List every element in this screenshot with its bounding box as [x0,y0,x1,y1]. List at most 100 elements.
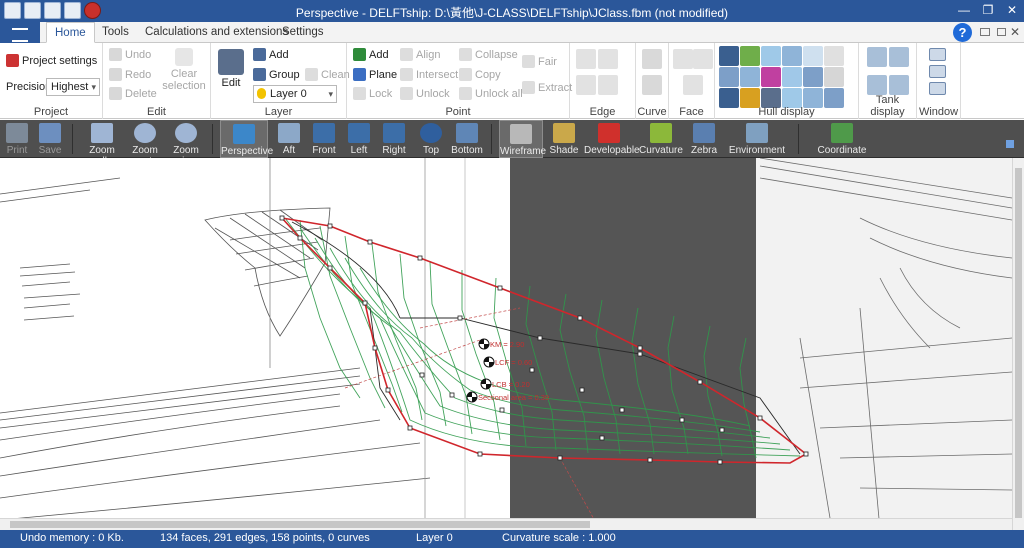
face-mirror-icon[interactable] [683,75,703,95]
show-hull-icon[interactable] [761,88,781,108]
environment-map-button[interactable]: Environment map [724,120,790,167]
show-flowlines-icon[interactable] [782,67,802,87]
show-grid-lines-icon[interactable] [824,88,844,108]
tab-calculations[interactable]: Calculations and extensions [137,22,296,43]
layer-edit-button[interactable]: Edit [215,49,247,89]
tank-display-icon[interactable] [867,47,887,67]
bottom-view-icon [456,123,478,143]
vertical-scroll-thumb[interactable] [1015,168,1022,518]
developable-button[interactable]: Developable [584,120,640,158]
show-control-curves-icon[interactable] [803,88,823,108]
point-copy-button[interactable]: Copy [459,68,501,81]
point-collapse-button[interactable]: Collapse [459,48,518,61]
layer-group-button[interactable]: Group [253,68,300,81]
toolbar-options-icon[interactable] [1006,140,1014,148]
layer-clean-button[interactable]: Clean [305,68,350,81]
km-marker: KM = 2.90 [478,338,524,350]
show-stations-icon[interactable] [761,46,781,66]
bottom-view-button[interactable]: Bottom [451,120,483,158]
save-toolbar-button[interactable]: Save [35,120,65,158]
edge-crease-icon[interactable] [598,75,618,95]
curvature-button[interactable]: Curvature [639,120,683,158]
point-fair-button[interactable]: Fair [522,55,557,68]
coordinate-axes-button[interactable]: Coordinate axes [808,120,876,167]
point-unlock-all-button[interactable]: Unlock all [459,87,523,100]
show-diagonals-icon[interactable] [824,46,844,66]
clear-selection-button[interactable]: Clear selection [161,48,207,92]
point-align-button[interactable]: Align [400,48,440,61]
point-intersect-button[interactable]: Intersect [400,68,458,81]
edge-split-icon[interactable] [576,49,596,69]
zoom-all-button[interactable]: Zoom all [84,120,120,167]
tab-settings[interactable]: Settings [274,22,332,43]
zoom-in-button[interactable]: Zoom in [168,120,204,167]
file-menu-button[interactable] [0,22,40,43]
collapse-ribbon-icon[interactable] [980,28,990,36]
view-toolbar: Print Save Zoom all Zoom out Zoom in Per… [0,120,1024,167]
close-button[interactable]: ✕ [1000,0,1024,22]
viewport-canvas[interactable]: KM = 2.90 LCF = 0.60 LCB = 0.20 Sectiona… [0,158,1012,530]
edge-extrude-icon[interactable] [598,49,618,69]
tab-tools[interactable]: Tools [94,22,137,43]
tank-names-icon[interactable] [889,75,909,95]
undo-button[interactable]: Undo [109,48,151,61]
perspective-view-button[interactable]: Perspective [220,120,273,158]
delete-button[interactable]: Delete [109,87,157,100]
group-window: Window [917,43,961,119]
restore-ribbon-icon[interactable] [997,28,1006,36]
vertical-scrollbar[interactable] [1012,158,1024,530]
show-buttocks-icon[interactable] [782,46,802,66]
help-icon[interactable]: ? [953,23,972,42]
perspective-viewport[interactable]: KM = 2.90 LCF = 0.60 LCB = 0.20 Sectiona… [0,158,1012,530]
show-grid-icon[interactable] [719,88,739,108]
top-view-button[interactable]: Top [416,120,446,158]
show-both-sides-icon[interactable] [824,67,844,87]
close-document-icon[interactable]: ✕ [1010,25,1020,39]
face-add-icon[interactable] [673,49,693,69]
point-unlock-button[interactable]: Unlock [400,87,450,100]
left-view-button[interactable]: Left [344,120,374,158]
show-control-net-icon[interactable] [719,46,739,66]
curve-edit-icon[interactable] [642,75,662,95]
project-settings-button[interactable]: Project settings [6,54,97,67]
tank-outline-icon[interactable] [867,75,887,95]
tank-fill-icon[interactable] [889,47,909,67]
show-markers-icon[interactable] [740,67,760,87]
right-label: Right [382,145,406,156]
aft-view-button[interactable]: Aft [274,120,304,158]
show-hydrostatics-icon[interactable] [803,67,823,87]
curve-add-icon[interactable] [642,49,662,69]
zoom-out-button[interactable]: Zoom out [124,120,166,167]
print-button[interactable]: Print [2,120,32,158]
show-interior-edges-icon[interactable] [740,46,760,66]
point-lock-button[interactable]: Lock [353,87,392,100]
show-waterlines-icon[interactable] [803,46,823,66]
show-light-icon[interactable] [740,88,760,108]
front-view-button[interactable]: Front [309,120,339,158]
window-cascade-icon[interactable] [929,65,946,78]
wireframe-button[interactable]: Wireframe [499,120,546,158]
face-invert-icon[interactable] [693,49,713,69]
point-extract-button[interactable]: Extract [522,81,572,94]
show-normals-icon[interactable] [719,67,739,87]
layer-select[interactable]: Layer 0 [253,85,337,103]
horizontal-scroll-thumb[interactable] [10,521,590,528]
point-intersect-label: Intersect [416,68,459,81]
restore-button[interactable]: ❐ [976,0,1000,22]
window-new-icon[interactable] [929,82,946,95]
layer-add-button[interactable]: Add [253,48,289,61]
precision-select[interactable]: Highest [46,78,100,96]
window-tile-icon[interactable] [929,48,946,61]
show-shade-icon[interactable] [782,88,802,108]
point-add-button[interactable]: Add [353,48,389,61]
redo-button[interactable]: Redo [109,68,151,81]
point-plane-button[interactable]: Plane [353,68,397,81]
tab-home[interactable]: Home [46,22,95,43]
horizontal-scrollbar[interactable] [0,518,1012,530]
edge-collapse-icon[interactable] [576,75,596,95]
zebra-button[interactable]: Zebra [688,120,720,158]
minimize-button[interactable]: — [952,0,976,22]
shade-button[interactable]: Shade [548,120,580,158]
right-view-button[interactable]: Right [379,120,409,158]
show-curvature-icon[interactable] [761,67,781,87]
